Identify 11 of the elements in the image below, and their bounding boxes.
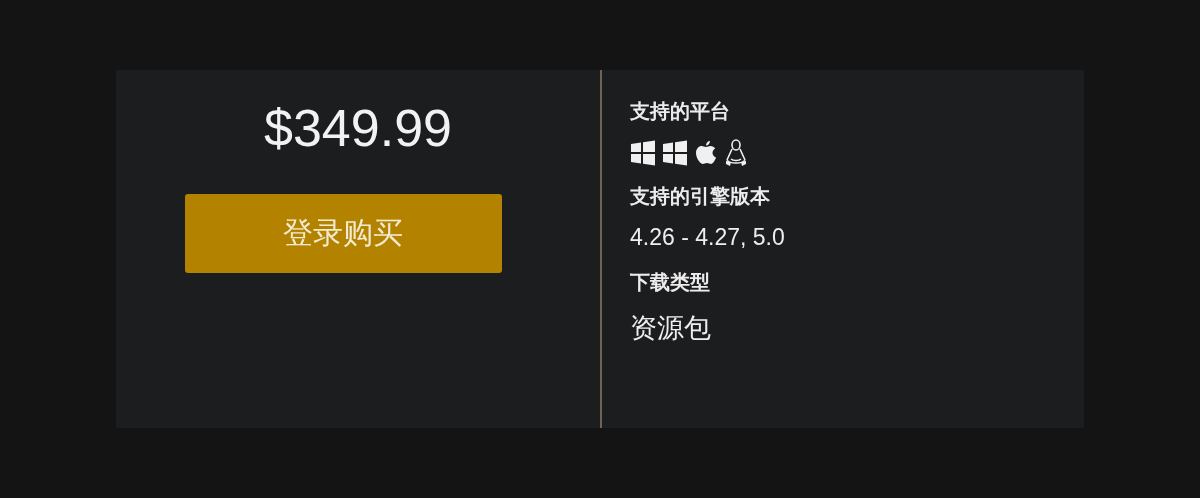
login-buy-button[interactable]: 登录购买 bbox=[184, 194, 502, 273]
apple-icon bbox=[694, 140, 718, 166]
penguin-icon bbox=[724, 139, 748, 167]
section-heading: 支持的引擎版本 bbox=[630, 183, 771, 210]
section-heading: 下载类型 bbox=[630, 269, 711, 296]
engine-version: 4.26 - 4.27, 5.0 bbox=[630, 224, 786, 251]
windows-icon bbox=[630, 140, 656, 166]
windows-icon bbox=[662, 140, 688, 166]
download-type: 资源包 bbox=[630, 312, 712, 345]
price: $349.99 bbox=[264, 98, 452, 158]
section-heading: 支持的平台 bbox=[630, 98, 731, 125]
